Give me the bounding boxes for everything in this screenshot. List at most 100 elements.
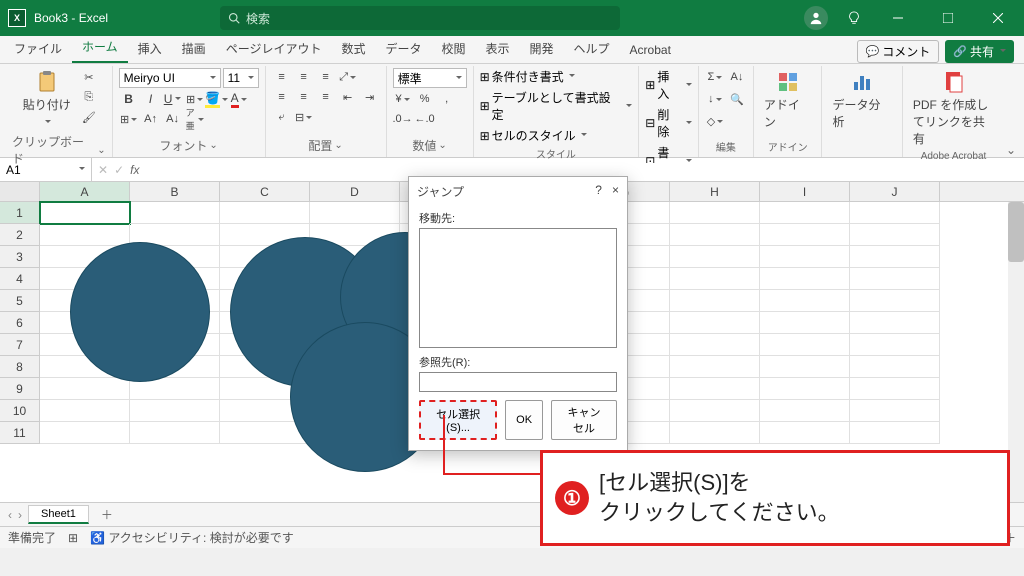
wrap-text-icon[interactable]: ⤶ (272, 108, 292, 126)
copy-icon[interactable]: ⎘ (79, 88, 99, 106)
cell[interactable] (670, 422, 760, 444)
vertical-scrollbar[interactable] (1008, 202, 1024, 502)
col-header[interactable]: B (130, 182, 220, 201)
font-size-select[interactable]: 11 (223, 68, 259, 88)
cell[interactable] (850, 246, 940, 268)
ok-button[interactable]: OK (505, 400, 543, 440)
dialog-help-icon[interactable]: ? (595, 183, 602, 200)
align-top-icon[interactable]: ≡ (272, 68, 292, 86)
tab-dev[interactable]: 開発 (520, 36, 564, 63)
row-header[interactable]: 5 (0, 290, 40, 312)
number-format-select[interactable]: 標準 (393, 68, 467, 88)
align-bottom-icon[interactable]: ≡ (316, 68, 336, 86)
align-middle-icon[interactable]: ≡ (294, 68, 314, 86)
tab-file[interactable]: ファイル (4, 36, 72, 63)
cell[interactable] (850, 422, 940, 444)
row-header[interactable]: 9 (0, 378, 40, 400)
inc-decimal-icon[interactable]: .0→ (393, 110, 413, 128)
lightbulb-icon[interactable] (842, 6, 866, 30)
cell[interactable] (670, 312, 760, 334)
goto-listbox[interactable] (419, 228, 617, 348)
cell[interactable] (310, 202, 400, 224)
sort-filter-icon[interactable]: A↓ (727, 68, 747, 86)
formula-input[interactable] (145, 163, 1018, 177)
format-painter-icon[interactable]: 🖌 (79, 108, 99, 126)
cell[interactable] (850, 334, 940, 356)
orientation-icon[interactable]: ⤢ (338, 68, 358, 86)
comma-icon[interactable]: , (437, 90, 457, 108)
cell-styles-button[interactable]: ⊞ セルのスタイル (480, 127, 633, 144)
name-box[interactable]: A1 (0, 158, 92, 181)
cell[interactable] (670, 268, 760, 290)
tab-data[interactable]: データ (375, 36, 431, 63)
cell[interactable] (850, 356, 940, 378)
tab-acrobat[interactable]: Acrobat (620, 39, 681, 63)
border-style-icon[interactable]: ⊞ (119, 110, 139, 128)
align-left-icon[interactable]: ≡ (272, 88, 292, 106)
cell[interactable] (670, 378, 760, 400)
align-center-icon[interactable]: ≡ (294, 88, 314, 106)
cell[interactable] (760, 290, 850, 312)
workbook-stats-icon[interactable]: ⊞ (68, 531, 78, 545)
cell[interactable] (670, 334, 760, 356)
row-header[interactable]: 2 (0, 224, 40, 246)
cell[interactable] (40, 224, 130, 246)
cancel-button[interactable]: キャンセル (551, 400, 617, 440)
font-name-select[interactable]: Meiryo UI (119, 68, 221, 88)
cell[interactable] (670, 202, 760, 224)
row-header[interactable]: 10 (0, 400, 40, 422)
paste-button[interactable]: 貼り付け (19, 68, 75, 131)
tab-help[interactable]: ヘルプ (564, 36, 620, 63)
cell[interactable] (670, 356, 760, 378)
tab-review[interactable]: 校閲 (431, 36, 475, 63)
insert-cells-button[interactable]: ⊞ 挿入 (645, 68, 692, 102)
col-header[interactable]: H (670, 182, 760, 201)
cell[interactable] (130, 400, 220, 422)
cut-icon[interactable]: ✂ (79, 68, 99, 86)
comments-button[interactable]: 💬コメント (857, 40, 940, 63)
cell[interactable] (40, 202, 130, 224)
phonetic-icon[interactable]: ア亜 (185, 110, 205, 128)
indent-inc-icon[interactable]: ⇥ (360, 88, 380, 106)
fill-color-icon[interactable]: 🪣 (207, 90, 227, 108)
cell[interactable] (760, 334, 850, 356)
sheet-nav-next-icon[interactable]: › (18, 508, 22, 522)
tab-view[interactable]: 表示 (476, 36, 520, 63)
fill-icon[interactable]: ↓ (705, 90, 725, 108)
cell[interactable] (40, 422, 130, 444)
row-header[interactable]: 6 (0, 312, 40, 334)
align-right-icon[interactable]: ≡ (316, 88, 336, 106)
col-header[interactable]: D (310, 182, 400, 201)
shape-circle[interactable] (70, 242, 210, 382)
analyze-data-button[interactable]: データ分析 (828, 68, 895, 132)
italic-icon[interactable]: I (141, 90, 161, 108)
sheet-nav-prev-icon[interactable]: ‹ (8, 508, 12, 522)
addins-button[interactable]: アドイン (760, 68, 816, 132)
tab-draw[interactable]: 描画 (172, 36, 216, 63)
account-avatar[interactable] (804, 6, 828, 30)
cell[interactable] (670, 246, 760, 268)
share-button[interactable]: 🔗共有 (945, 40, 1014, 63)
cell[interactable] (760, 400, 850, 422)
cell[interactable] (760, 422, 850, 444)
cell[interactable] (760, 268, 850, 290)
special-button[interactable]: セル選択(S)... (419, 400, 497, 440)
cell[interactable] (130, 202, 220, 224)
dec-decimal-icon[interactable]: ←.0 (415, 110, 435, 128)
cell[interactable] (850, 202, 940, 224)
percent-icon[interactable]: % (415, 90, 435, 108)
search-box[interactable]: 検索 (220, 6, 620, 30)
maximize-button[interactable] (930, 4, 966, 32)
cell[interactable] (760, 224, 850, 246)
cell[interactable] (760, 246, 850, 268)
sheet-tab[interactable]: Sheet1 (28, 505, 89, 524)
bold-icon[interactable]: B (119, 90, 139, 108)
cell[interactable] (220, 202, 310, 224)
clear-icon[interactable]: ◇ (705, 112, 725, 130)
cell[interactable] (670, 290, 760, 312)
row-header[interactable]: 11 (0, 422, 40, 444)
font-color-icon[interactable]: A (229, 90, 249, 108)
select-all-corner[interactable] (0, 182, 40, 201)
col-header[interactable]: C (220, 182, 310, 201)
format-as-table-button[interactable]: ⊞ テーブルとして書式設定 (480, 89, 633, 123)
